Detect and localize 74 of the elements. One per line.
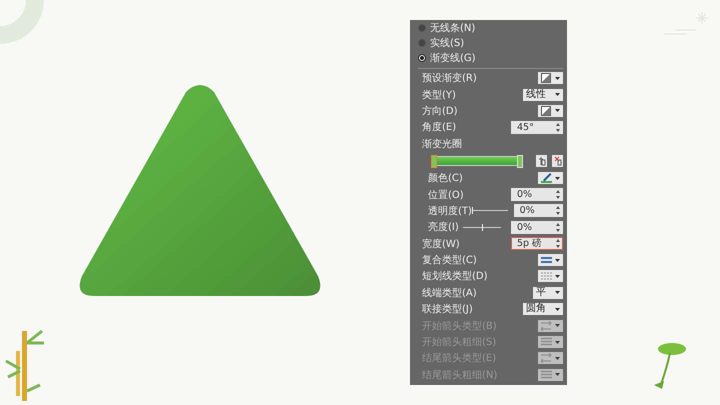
remove-stop-icon [554,156,562,166]
dashed-line-icon [541,271,552,282]
caret-icon [555,76,560,80]
caret-icon [555,176,560,180]
radio-button[interactable] [418,24,426,32]
add-stop-icon [538,156,546,166]
arrows-icon [541,353,552,364]
caret-icon [555,274,560,278]
arrows-icon [541,320,552,331]
number-input[interactable]: 0% [510,220,563,234]
field-label: 类型(Y) [422,88,456,102]
option-label: 实线(S) [430,36,464,50]
field-label: 联接类型(J) [422,302,473,316]
radio-button[interactable] [418,54,426,62]
field-label: 透明度(T) [428,204,472,218]
gradient-square-icon [541,106,552,116]
gradient-square-icon [541,73,552,84]
lines-icon [541,337,552,348]
field-label: 宽度(W) [422,238,460,251]
field-label: 位置(O) [428,188,464,202]
section-label: 渐变光圈 [422,138,462,151]
dropdown-button[interactable] [538,104,563,117]
pen-icon [541,173,552,184]
field-label: 方向(D) [422,104,458,118]
caret-icon [555,356,560,360]
field-label: 复合类型(C) [422,254,477,268]
option-label: 渐变线(G) [430,52,476,64]
input-value: 45° [517,122,534,133]
dropdown-value: 线性 [526,88,547,101]
dropdown[interactable]: 圆角 [523,303,563,316]
gradient-stop-bar[interactable] [432,156,522,166]
number-input[interactable]: 0% [511,188,563,202]
lines-icon [541,370,552,380]
input-value: 0% [517,189,532,200]
number-input[interactable]: 45° [511,120,563,134]
caret-icon [555,324,560,328]
dropdown-button[interactable] [538,270,563,282]
spinner-arrows-icon [556,222,560,232]
field-label: 线端类型(A) [422,286,477,300]
caret-icon [555,93,560,96]
dropdown-button[interactable] [538,254,563,266]
caret-icon [555,109,560,112]
input-value: 0% [516,222,532,233]
dropdown-value: 平 [536,286,547,299]
field-label: 亮度(I) [428,220,459,234]
dropdown-button[interactable] [538,172,563,184]
caret-icon [555,373,560,376]
number-input[interactable]: 0% [514,204,563,218]
spinner-arrows-icon [556,122,560,132]
arc-decoration [0,0,44,44]
dropdown-button[interactable] [538,72,563,84]
spinner-arrows-icon [556,190,560,200]
spinner-arrows-icon [556,239,560,248]
input-value: 5p 磅 [517,238,542,250]
field-label: 短划线类型(D) [422,270,488,284]
double-line-icon [541,255,552,266]
remove-stop-button[interactable] [552,154,563,167]
field-label: 颜色(C) [428,172,463,186]
gradient-stop-handle[interactable] [431,154,437,168]
dropdown[interactable]: 平 [533,286,563,299]
dropdown-value: 圆角 [526,303,547,316]
caret-icon [555,258,560,262]
caret-icon [555,340,560,344]
radio-button[interactable] [418,38,426,46]
add-stop-button[interactable] [536,154,547,167]
number-input[interactable]: 5p 磅 [511,237,563,250]
input-value: 0% [520,205,535,216]
field-label: 角度(E) [422,120,456,134]
spinner-arrows-icon [556,206,560,216]
caret-icon [555,291,560,294]
caret-icon [555,308,560,311]
field-label: 预设渐变(R) [422,72,477,86]
dropdown[interactable]: 线性 [523,88,563,101]
option-label: 无线条(N) [430,22,476,34]
